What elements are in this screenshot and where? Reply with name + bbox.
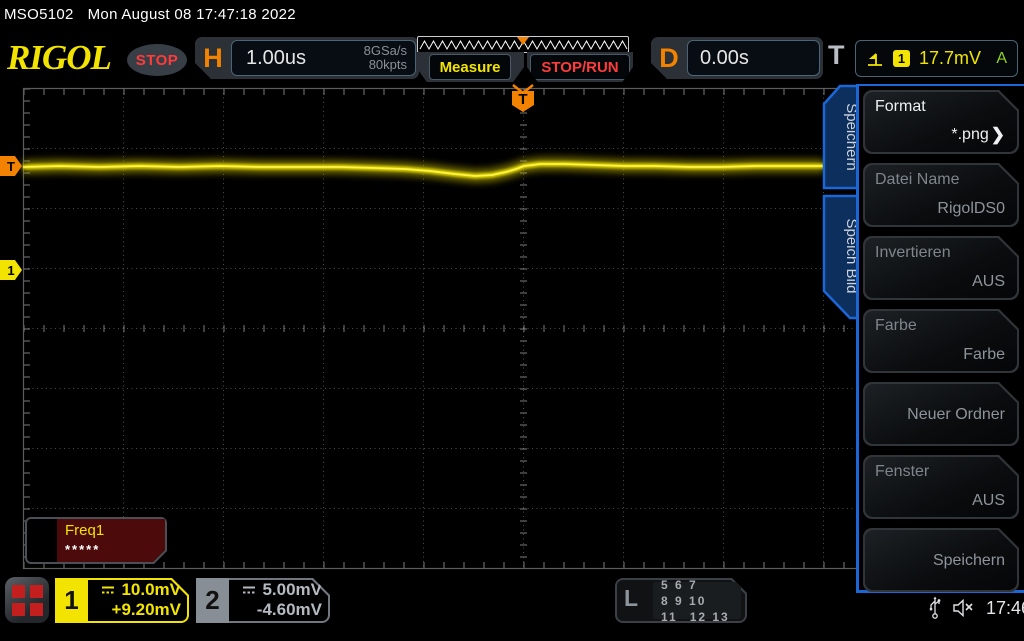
- model-name: MSO5102: [4, 6, 74, 23]
- save-menu-panel: Format *.png ❯ Datei Name RigolDS0 Invert…: [856, 84, 1024, 593]
- delay-value: 0.00s: [700, 46, 749, 69]
- channel1-offset: +9.20mV: [111, 600, 181, 619]
- channel1-number: 1: [55, 578, 88, 623]
- four-squares-icon: [11, 584, 43, 616]
- svg-text:T: T: [518, 91, 527, 108]
- trigger-edge-icon: [868, 52, 882, 66]
- measurement-freq1-box[interactable]: Freq1 *****: [25, 517, 167, 564]
- menu-item-fenster[interactable]: Fenster AUS: [863, 455, 1019, 519]
- menu-item-invertieren[interactable]: Invertieren AUS: [863, 236, 1019, 300]
- channel2-offset: -4.60mV: [256, 600, 322, 619]
- stoprun-frame: STOP/RUN: [527, 52, 633, 82]
- menu-item-format[interactable]: Format *.png ❯: [863, 90, 1019, 154]
- menu-tab-strip: Speichern Speich Bild: [822, 84, 860, 320]
- quick-menu-button[interactable]: [5, 577, 49, 623]
- logic-analyzer-badge[interactable]: L 0 1 2 34 5 6 7 8 9 10 11 12 13 14 15: [615, 578, 747, 623]
- rigol-logo: RIGOL: [7, 38, 112, 77]
- d-label: D: [659, 42, 679, 73]
- menu-item-datei-name[interactable]: Datei Name RigolDS0: [863, 163, 1019, 227]
- channel2-scale: 5.00mV: [262, 580, 322, 599]
- channel2-number: 2: [196, 578, 229, 623]
- measurement-value: *****: [65, 542, 101, 557]
- dc-coupling-icon: [241, 585, 257, 595]
- stop-run-button[interactable]: STOP/RUN: [530, 54, 630, 80]
- menu-item-speichern[interactable]: Speichern: [863, 528, 1019, 592]
- channel1-scale: 10.0mV: [121, 580, 181, 599]
- t-label: T: [828, 40, 845, 70]
- h-label: H: [203, 42, 223, 73]
- trigger-settings[interactable]: 1 17.7mV A: [855, 40, 1018, 77]
- trigger-sweep-mode: A: [996, 49, 1007, 67]
- channel1-badge[interactable]: 1 10.0mV +9.20mV: [55, 578, 189, 623]
- trigger-position-marker[interactable]: T: [510, 84, 536, 114]
- ch1-ground-marker-label: 1: [7, 262, 15, 278]
- memory-depth: 80kpts: [368, 57, 407, 72]
- horizontal-settings[interactable]: H 1.00us 8GSa/s 80kpts: [195, 37, 419, 79]
- la-label: L: [624, 585, 639, 611]
- trigger-level-value: 17.7mV: [919, 48, 982, 68]
- usb-icon: [929, 596, 941, 619]
- trigger-source-badge: 1: [893, 50, 910, 67]
- status-area: 17:46: [928, 596, 1024, 620]
- trigger-position-preview-icon[interactable]: [517, 37, 529, 45]
- menu-item-farbe[interactable]: Farbe Farbe: [863, 309, 1019, 373]
- measurement-name: Freq1: [65, 522, 105, 539]
- trigger-level-marker-label: T: [7, 158, 15, 174]
- dc-coupling-icon: [100, 585, 116, 595]
- acquisition-info: 8GSa/s 80kpts: [364, 44, 415, 72]
- run-state-badge: STOP: [127, 44, 187, 76]
- menu-item-neuer-ordner[interactable]: Neuer Ordner: [863, 382, 1019, 446]
- speaker-muted-icon: [953, 598, 973, 618]
- la-channel-list: 0 1 2 34 5 6 7 8 9 10 11 12 13 14 15: [653, 582, 741, 619]
- measure-button[interactable]: Measure: [428, 54, 512, 80]
- measure-frame: Measure: [416, 52, 524, 82]
- clock: 17:46: [986, 597, 1024, 618]
- datetime: Mon August 08 17:47:18 2022: [87, 6, 296, 23]
- submenu-arrow-icon: ❯: [990, 125, 1005, 144]
- sample-rate: 8GSa/s: [363, 43, 407, 58]
- delay-settings[interactable]: D 0.00s: [651, 37, 823, 79]
- timebase-value: 1.00us: [246, 46, 307, 69]
- channel2-badge[interactable]: 2 5.00mV -4.60mV: [196, 578, 330, 623]
- titlebar: MSO5102 Mon August 08 17:47:18 2022: [4, 6, 310, 23]
